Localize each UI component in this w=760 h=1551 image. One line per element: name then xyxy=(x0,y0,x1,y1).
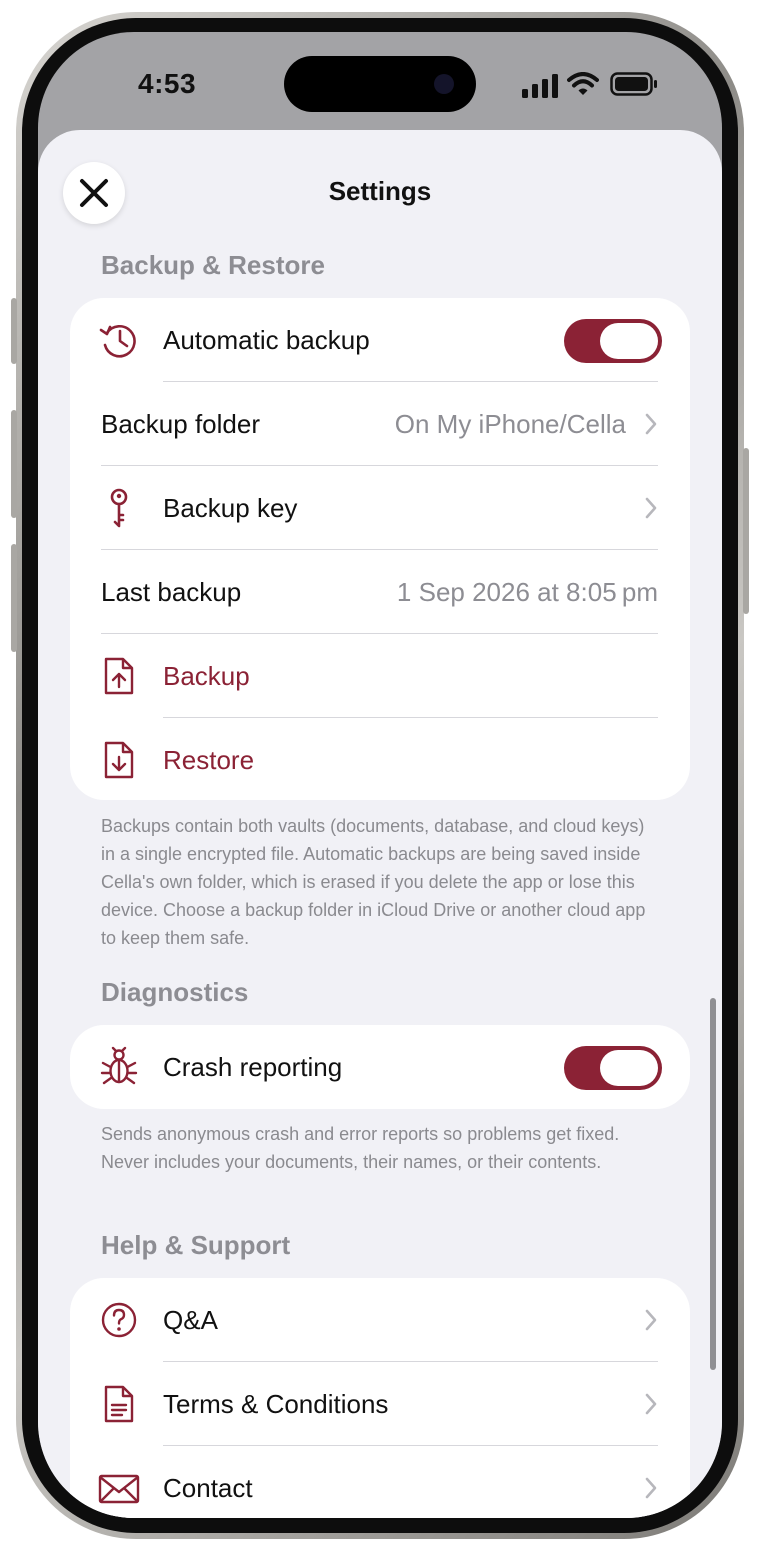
question-circle-icon xyxy=(101,1302,137,1338)
power-button xyxy=(743,448,749,614)
automatic-backup-label: Automatic backup xyxy=(163,325,370,355)
volume-down-button xyxy=(11,544,17,652)
key-icon xyxy=(110,488,128,528)
crash-reporting-row: Crash reporting xyxy=(70,1025,690,1109)
volume-up-button xyxy=(11,410,17,518)
toggle-knob xyxy=(600,323,658,359)
crash-reporting-label: Crash reporting xyxy=(163,1052,343,1082)
envelope-icon xyxy=(98,1474,140,1504)
backup-card: Automatic backup Backup folder On My iPh… xyxy=(70,298,690,800)
camera-icon xyxy=(434,74,454,94)
scrollbar[interactable] xyxy=(710,998,716,1370)
help-item-label: Terms & Conditions xyxy=(163,1389,389,1419)
bug-icon xyxy=(100,1046,138,1085)
crash-reporting-toggle[interactable] xyxy=(564,1046,662,1090)
chevron-right-icon xyxy=(645,413,657,435)
section-header-backup: Backup & Restore xyxy=(101,250,325,280)
document-upload-icon xyxy=(104,657,134,695)
chevron-right-icon xyxy=(645,1309,657,1331)
backup-folder-row[interactable]: Backup folder On My iPhone/Cella xyxy=(70,382,690,466)
backup-action-label: Backup xyxy=(163,661,250,691)
backup-key-row[interactable]: Backup key xyxy=(70,466,690,550)
help-item-label: Contact xyxy=(163,1473,253,1503)
help-card: Q&A Terms & Conditions Contact xyxy=(70,1278,690,1518)
last-backup-label: Last backup xyxy=(101,577,242,607)
chevron-right-icon xyxy=(645,1393,657,1415)
backup-folder-value: On My iPhone/Cella xyxy=(394,409,626,439)
battery-icon xyxy=(610,72,657,96)
help-item-contact[interactable]: Contact xyxy=(70,1446,690,1518)
backup-footer-note: Backups contain both vaults (documents, … xyxy=(101,816,646,948)
help-item-terms[interactable]: Terms & Conditions xyxy=(70,1362,690,1446)
toggle-knob xyxy=(600,1050,658,1086)
document-text-icon xyxy=(104,1385,134,1423)
backup-action-row[interactable]: Backup xyxy=(70,634,690,718)
backup-key-label: Backup key xyxy=(163,493,298,523)
dynamic-island xyxy=(284,56,476,112)
chevron-right-icon xyxy=(645,497,657,519)
backup-folder-label: Backup folder xyxy=(101,409,260,439)
settings-sheet: Settings Backup & Restore Automatic back… xyxy=(38,130,722,1518)
last-backup-row: Last backup 1 Sep 2026 at 8:05 pm xyxy=(70,550,690,634)
screen: 4:53 Settings Backup & Restore Automatic… xyxy=(38,32,722,1518)
wifi-icon xyxy=(567,72,599,95)
document-download-icon xyxy=(104,741,134,779)
status-bar: 4:53 xyxy=(38,32,722,132)
status-time: 4:53 xyxy=(138,68,197,99)
diagnostics-footer-note: Sends anonymous crash and error reports … xyxy=(101,1124,620,1172)
cellular-signal-icon xyxy=(522,74,558,98)
section-header-help: Help & Support xyxy=(101,1230,291,1260)
section-header-diagnostics: Diagnostics xyxy=(101,977,249,1007)
help-item-label: Q&A xyxy=(163,1305,218,1335)
chevron-right-icon xyxy=(645,1477,657,1499)
restore-action-row[interactable]: Restore xyxy=(70,718,690,800)
automatic-backup-row: Automatic backup xyxy=(70,298,690,382)
page-title: Settings xyxy=(328,176,432,206)
help-item-qa[interactable]: Q&A xyxy=(70,1278,690,1362)
action-button xyxy=(11,298,17,364)
clock-history-icon xyxy=(99,324,136,358)
diagnostics-card: Crash reporting xyxy=(70,1025,690,1109)
automatic-backup-toggle[interactable] xyxy=(564,319,662,363)
restore-action-label: Restore xyxy=(163,745,255,775)
last-backup-value: 1 Sep 2026 at 8:05 pm xyxy=(396,577,658,607)
